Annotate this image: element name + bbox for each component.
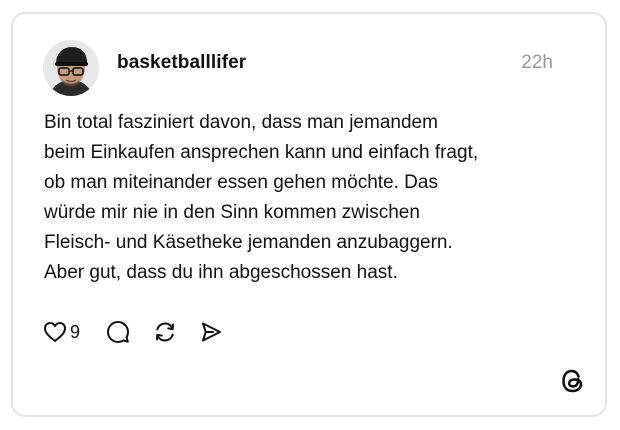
send-icon [199, 320, 223, 344]
post-text-line: Bin total fasziniert davon, dass man jem… [44, 112, 438, 133]
avatar-photo [43, 40, 99, 96]
username[interactable]: basketballlifer [117, 52, 246, 74]
threads-logo-icon [559, 367, 587, 395]
like-button[interactable]: 9 [43, 321, 106, 343]
repost-button[interactable] [153, 320, 177, 344]
post-card: basketballlifer 22h Bin total fasziniert… [11, 12, 607, 417]
like-count: 9 [70, 321, 81, 342]
post-text: Bin total fasziniert davon, dass man jem… [44, 108, 584, 288]
post-text-line: Aber gut, dass du ihn abgeschossen hast. [44, 262, 398, 283]
timestamp: 22h [521, 52, 553, 73]
repost-icon [153, 320, 177, 344]
post-text-line: beim Einkaufen ansprechen kann und einfa… [44, 142, 479, 163]
post-text-line: Fleisch- und Käsetheke jemanden anzubagg… [44, 232, 453, 253]
post-text-line: würde mir nie in den Sinn kommen zwische… [44, 202, 420, 223]
share-button[interactable] [199, 320, 223, 344]
reply-button[interactable] [106, 320, 130, 344]
comment-icon [106, 320, 130, 344]
post-actions: 9 [43, 319, 223, 345]
post-text-line: ob man miteinander essen gehen möchte. D… [44, 172, 438, 193]
avatar[interactable] [43, 40, 99, 96]
heart-icon [43, 321, 67, 343]
